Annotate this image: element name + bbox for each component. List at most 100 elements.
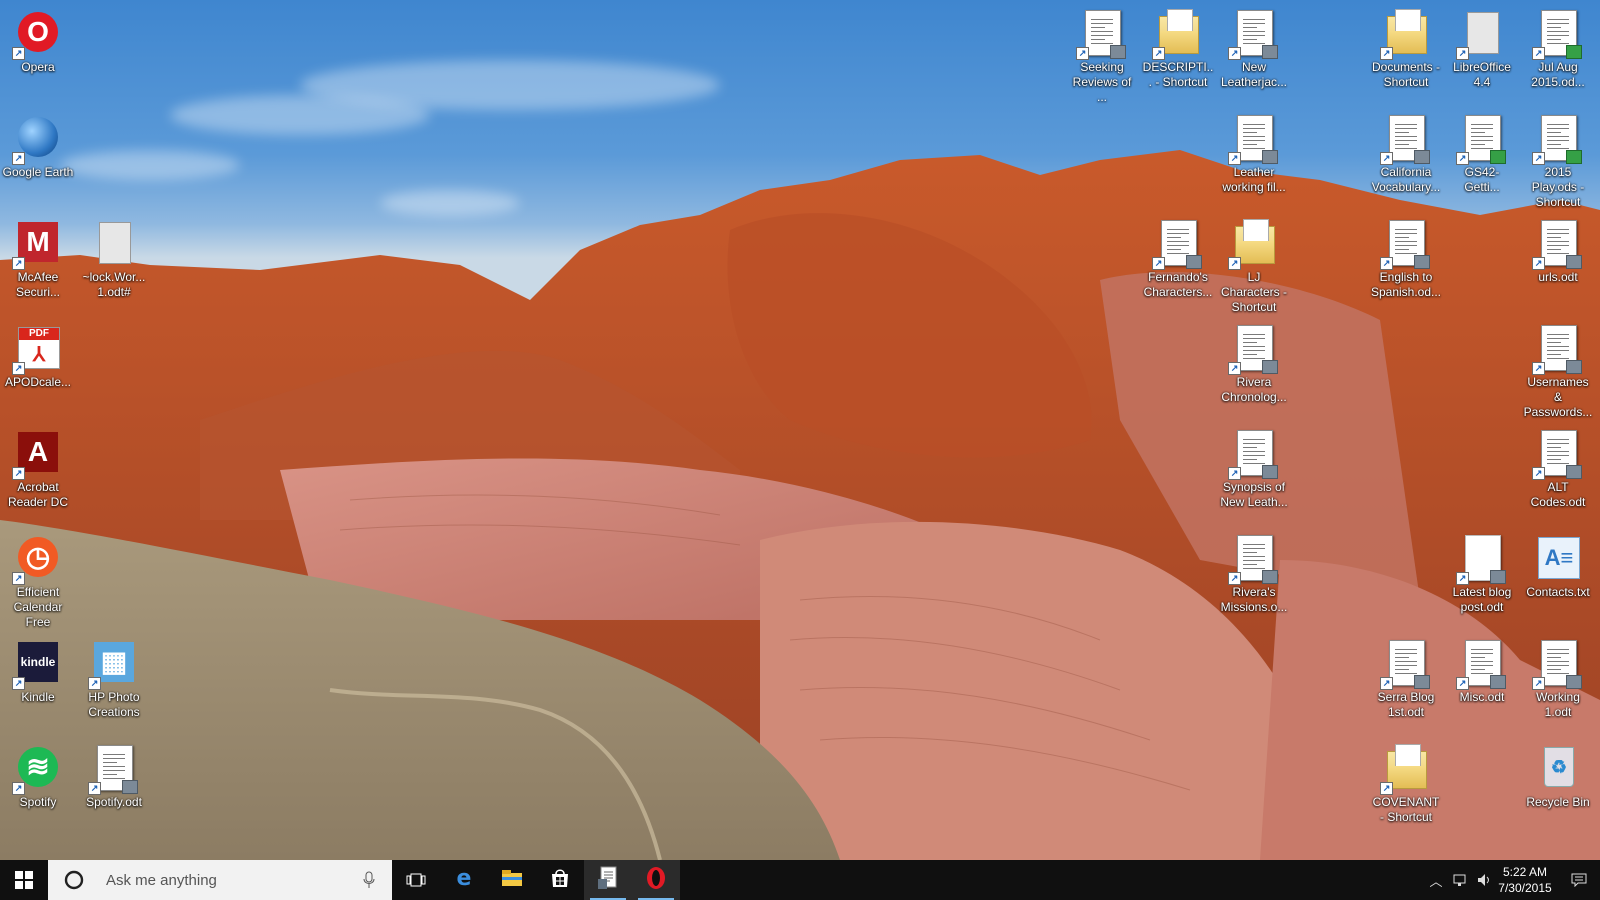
document-icon: ↗ <box>1076 10 1126 60</box>
desktop-icon[interactable]: ◷ ↗ Efficient Calendar Free <box>0 529 76 633</box>
desktop-icon[interactable]: A ↗ Acrobat Reader DC <box>0 424 76 528</box>
desktop-icon[interactable]: ↗ Rivera Chronolog... <box>1216 319 1292 423</box>
recycle-bin-icon: ♻ <box>1534 745 1582 793</box>
shortcut-arrow-icon: ↗ <box>1152 257 1165 270</box>
google-earth-icon: ↗ <box>12 115 62 165</box>
desktop-icon-label: Spotify.odt <box>86 795 142 809</box>
shortcut-arrow-icon: ↗ <box>1532 152 1545 165</box>
desktop-icon-label: Opera <box>21 60 55 74</box>
folder-icon: ↗ <box>1380 744 1430 795</box>
desktop-icon-label: Misc.odt <box>1459 690 1505 704</box>
taskbar-file-explorer-button[interactable] <box>488 860 536 900</box>
shortcut-arrow-icon: ↗ <box>1076 47 1089 60</box>
document-icon: ↗ <box>1380 115 1430 165</box>
desktop-icon-label: Synopsis of New Leath... <box>1220 480 1288 509</box>
desktop-icon[interactable]: ~lock.Wor... 1.odt# <box>76 214 152 318</box>
desktop-icon[interactable]: kindle ↗ Kindle <box>0 634 76 738</box>
desktop-icon[interactable]: A≡ Contacts.txt <box>1520 529 1596 633</box>
search-input[interactable] <box>104 870 368 890</box>
kindle-icon: kindle ↗ <box>12 640 62 690</box>
desktop-icon-label: Efficient Calendar Free <box>13 585 63 629</box>
desktop[interactable]: O ↗ Opera ↗ Google Earth M ↗ McAfee Securi... ~l… <box>0 0 1600 860</box>
desktop-icon[interactable]: ↗ LibreOffice 4.4 <box>1444 4 1520 108</box>
show-hidden-icons-button[interactable]: ︿ <box>1424 860 1448 900</box>
desktop-icon-label: Contacts.txt <box>1526 585 1590 599</box>
desktop-icon-label: LibreOffice 4.4 <box>1453 60 1511 89</box>
document-icon: ↗ <box>1152 220 1202 270</box>
taskbar-document-app-button[interactable] <box>584 860 632 900</box>
chevron-up-icon: ︿ <box>1429 873 1443 889</box>
shortcut-arrow-icon: ↗ <box>1456 152 1469 165</box>
contacts-icon: A≡ <box>1534 535 1582 583</box>
shortcut-arrow-icon: ↗ <box>1152 47 1165 60</box>
desktop-icon[interactable]: ↗ Latest blog post.odt <box>1444 529 1520 633</box>
shortcut-arrow-icon: ↗ <box>1228 152 1241 165</box>
desktop-icon[interactable]: ↗ ALT Codes.odt <box>1520 424 1596 528</box>
acrobat-reader-icon: A ↗ <box>12 430 62 480</box>
shortcut-arrow-icon: ↗ <box>12 782 25 795</box>
desktop-icon-label: Jul Aug 2015.od... <box>1531 60 1585 89</box>
desktop-icon[interactable]: ↗ Usernames & Passwords... <box>1520 319 1596 423</box>
taskbar-store-button[interactable] <box>536 860 584 900</box>
document-icon: ↗ <box>1228 325 1278 375</box>
desktop-icon[interactable]: ↗ 2015 Play.ods - Shortcut <box>1520 109 1596 213</box>
start-button[interactable] <box>0 860 48 900</box>
desktop-icon[interactable]: ↗ English to Spanish.od... <box>1368 214 1444 318</box>
desktop-icon[interactable]: M ↗ McAfee Securi... <box>0 214 76 318</box>
desktop-icon[interactable]: ↗ COVENANT - Shortcut <box>1368 739 1444 843</box>
desktop-icon[interactable]: O ↗ Opera <box>0 4 76 108</box>
spreadsheet-icon: ↗ <box>1532 10 1582 60</box>
desktop-icon[interactable]: ♻ Recycle Bin <box>1520 739 1596 843</box>
desktop-icon[interactable]: ↗ Synopsis of New Leath... <box>1216 424 1292 528</box>
desktop-icon[interactable]: ↗ Documents - Shortcut <box>1368 4 1444 108</box>
desktop-icon[interactable]: ↗ Google Earth <box>0 109 76 213</box>
pdf-icon: PDF ⅄ ↗ <box>12 325 62 375</box>
task-view-button[interactable] <box>392 860 440 900</box>
shortcut-arrow-icon: ↗ <box>1532 362 1545 375</box>
desktop-icon[interactable]: ↗ Rivera's Missions.o... <box>1216 529 1292 633</box>
taskbar-edge-button[interactable]: e <box>440 860 488 900</box>
desktop-icon[interactable]: ↗ Jul Aug 2015.od... <box>1520 4 1596 108</box>
desktop-icon[interactable]: ▦ ↗ HP Photo Creations <box>76 634 152 738</box>
desktop-icon-label: Recycle Bin <box>1526 795 1590 809</box>
action-center-button[interactable] <box>1566 860 1592 900</box>
clock[interactable]: 5:22 AM 7/30/2015 <box>1486 864 1564 896</box>
shortcut-arrow-icon: ↗ <box>12 467 25 480</box>
folder-icon: ↗ <box>1380 9 1430 60</box>
cortana-search-box[interactable] <box>48 860 392 900</box>
folder-icon: ↗ <box>1228 219 1278 270</box>
desktop-icon[interactable]: ↗ LJ Characters - Shortcut <box>1216 214 1292 318</box>
shortcut-arrow-icon: ↗ <box>1228 572 1241 585</box>
shortcut-arrow-icon: ↗ <box>88 677 101 690</box>
desktop-icon[interactable]: ↗ Spotify.odt <box>76 739 152 843</box>
desktop-icon-label: HP Photo Creations <box>88 690 140 719</box>
desktop-icon-label: APODcale... <box>4 375 72 389</box>
microphone-icon[interactable] <box>362 871 376 889</box>
opera-icon <box>645 866 667 895</box>
desktop-icon[interactable]: ↗ GS42- Getti... <box>1444 109 1520 213</box>
desktop-icon-label: Google Earth <box>2 165 74 179</box>
shortcut-arrow-icon: ↗ <box>1380 677 1393 690</box>
clock-calendar-icon: ◷ ↗ <box>12 535 62 585</box>
desktop-icon[interactable]: PDF ⅄ ↗ APODcale... <box>0 319 76 423</box>
desktop-icon[interactable]: ↗ Seeking Reviews of ... <box>1064 4 1140 108</box>
desktop-icon[interactable]: ↗ Fernando's Characters... <box>1140 214 1216 318</box>
spreadsheet-icon: ↗ <box>1532 115 1582 165</box>
desktop-icon-label: urls.odt <box>1538 270 1578 284</box>
desktop-icon[interactable]: ↗ urls.odt <box>1520 214 1596 318</box>
shortcut-arrow-icon: ↗ <box>1380 47 1393 60</box>
file-icon <box>90 220 138 268</box>
desktop-icon[interactable]: ↗ California Vocabulary... <box>1368 109 1444 213</box>
spreadsheet-icon: ↗ <box>1456 115 1506 165</box>
desktop-icon[interactable]: ↗ New Leatherjac... <box>1216 4 1292 108</box>
desktop-icon[interactable]: ≋ ↗ Spotify <box>0 739 76 843</box>
taskbar-opera-button[interactable] <box>632 860 680 900</box>
desktop-icon-label: Spotify <box>19 795 57 809</box>
desktop-icon[interactable]: ↗ Leather working fil... <box>1216 109 1292 213</box>
desktop-icon[interactable]: ↗ Serra Blog 1st.odt <box>1368 634 1444 738</box>
desktop-icon-label: GS42- Getti... <box>1464 165 1500 194</box>
desktop-icon[interactable]: ↗ Working 1.odt <box>1520 634 1596 738</box>
desktop-icon[interactable]: ↗ Misc.odt <box>1444 634 1520 738</box>
desktop-icon[interactable]: ↗ DESCRIPTI... - Shortcut <box>1140 4 1216 108</box>
network-icon[interactable] <box>1450 860 1472 900</box>
